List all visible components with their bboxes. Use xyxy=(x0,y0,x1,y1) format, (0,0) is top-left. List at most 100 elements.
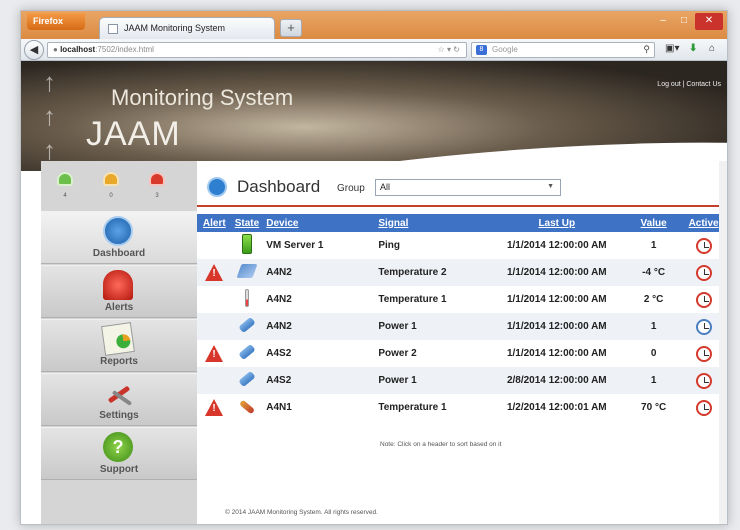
bookmarks-icon[interactable]: ▣▾ xyxy=(665,43,679,54)
last-up-cell: 1/1/2014 12:00:00 AM xyxy=(488,313,626,340)
help-icon: ? xyxy=(103,432,133,462)
table-header-row: Alert State Device Signal Last Up Value … xyxy=(197,214,725,232)
thermometer-icon xyxy=(244,289,249,307)
firefox-menu-button[interactable]: Firefox xyxy=(27,13,85,30)
main-content: Dashboard Group All ▼ Alert State Device… xyxy=(197,161,725,524)
col-header-state[interactable]: State xyxy=(231,214,263,232)
navigation-bar: ◀ ● localhost:7502/index.html ☆ ▾ ↻ 8 Go… xyxy=(21,39,727,61)
alarm-clock-red-icon[interactable] xyxy=(695,291,712,308)
divider xyxy=(197,205,725,207)
last-up-cell: 1/1/2014 12:00:00 AM xyxy=(506,240,607,251)
value-cell: 0 xyxy=(650,348,657,359)
device-cell: A4S2 xyxy=(262,367,375,394)
gauge-red-icon xyxy=(149,172,165,186)
sidebar-item-label: Support xyxy=(99,464,139,475)
warning-icon xyxy=(205,345,224,362)
contact-link[interactable]: Contact Us xyxy=(686,81,721,88)
table-row[interactable]: A4S2 Power 2 1/1/2014 12:00:00 AM 0 xyxy=(197,340,725,367)
header-brand: JAAM xyxy=(86,115,181,153)
sidebar-item-settings[interactable]: Settings xyxy=(41,373,197,426)
sidebar-item-dashboard[interactable]: Dashboard xyxy=(41,211,197,264)
value-cell: 70 °C xyxy=(641,402,667,413)
gauge-yellow-count: 0 xyxy=(109,193,113,199)
sidebar-item-label: Dashboard xyxy=(92,248,146,259)
minimize-icon[interactable]: – xyxy=(653,13,673,30)
globe-icon: ● xyxy=(53,45,58,54)
decorative-arrow-icon: ↑ xyxy=(43,101,56,131)
favicon-icon xyxy=(108,24,118,34)
logout-link[interactable]: Log out xyxy=(657,81,680,88)
decorative-arrow-icon: ↑ xyxy=(43,67,56,97)
sidebar-item-support[interactable]: ? Support xyxy=(41,427,197,480)
last-up-cell: 1/1/2014 12:00:00 AM xyxy=(506,294,607,305)
header-subtitle: Monitoring System xyxy=(111,85,294,110)
table-row[interactable]: VM Server 1 Ping 1/1/2014 12:00:00 AM 1 xyxy=(197,232,725,259)
chevron-down-icon: ▼ xyxy=(547,183,554,190)
sidebar-item-reports[interactable]: Reports xyxy=(41,319,197,372)
col-header-value[interactable]: Value xyxy=(625,214,683,232)
tab-title: JAAM Monitoring System xyxy=(124,23,226,33)
close-icon[interactable]: ✕ xyxy=(695,13,723,30)
sensor-icon xyxy=(236,264,258,278)
value-cell: 1 xyxy=(650,240,657,251)
sidebar-item-label: Alerts xyxy=(104,302,134,313)
col-header-last-up[interactable]: Last Up xyxy=(488,214,626,232)
table-row[interactable]: A4N2 Temperature 1 1/1/2014 12:00:00 AM … xyxy=(197,286,725,313)
sort-note: Note: Click on a header to sort based on… xyxy=(380,441,502,448)
signal-cell: Temperature 1 xyxy=(378,294,447,305)
maximize-icon[interactable]: □ xyxy=(674,13,694,30)
search-engine-icon: 8 xyxy=(476,45,487,55)
alarm-clock-red-icon[interactable] xyxy=(695,264,712,281)
gauge-icon xyxy=(103,216,133,246)
col-header-alert[interactable]: Alert xyxy=(197,214,232,232)
url-path: :7502/index.html xyxy=(95,45,154,54)
signal-cell: Temperature 1 xyxy=(378,402,447,413)
search-placeholder: Google xyxy=(492,45,518,54)
alarm-clock-red-icon[interactable] xyxy=(695,399,712,416)
value-cell: 2 °C xyxy=(643,294,664,305)
browser-tab[interactable]: JAAM Monitoring System xyxy=(99,17,275,39)
last-up-cell: 2/8/2014 12:00:00 AM xyxy=(488,367,626,394)
browser-window: Firefox JAAM Monitoring System + – □ ✕ ◀… xyxy=(20,10,728,525)
signal-cell: Power 1 xyxy=(374,313,489,340)
site-header: ↑ ↑ ↑ Monitoring System JAAM Log out | C… xyxy=(21,61,727,171)
gauge-green-count: 4 xyxy=(63,193,67,199)
reload-icon[interactable]: ☆ ▾ ↻ xyxy=(438,45,460,54)
home-icon[interactable]: ⌂ xyxy=(709,43,715,54)
group-select-value: All xyxy=(380,182,391,192)
table-row[interactable]: A4S2 Power 1 2/8/2014 12:00:00 AM 1 xyxy=(197,367,725,394)
last-up-cell: 1/2/2014 12:00:01 AM xyxy=(506,402,607,413)
url-host: localhost xyxy=(60,45,96,54)
wrench-icon xyxy=(103,378,133,408)
signals-table: Alert State Device Signal Last Up Value … xyxy=(197,214,725,421)
status-gauges: 4 0 3 xyxy=(41,166,197,204)
back-arrow-icon[interactable]: ◀ xyxy=(24,40,44,60)
alarm-clock-red-icon[interactable] xyxy=(695,237,712,254)
search-icon[interactable]: ⚲ xyxy=(643,44,650,55)
col-header-device[interactable]: Device xyxy=(262,214,375,232)
device-cell: A4N2 xyxy=(266,294,292,305)
url-bar[interactable]: ● localhost:7502/index.html ☆ ▾ ↻ xyxy=(47,42,467,58)
alarm-clock-blue-icon[interactable] xyxy=(695,318,712,335)
col-header-signal[interactable]: Signal xyxy=(374,214,489,232)
group-label: Group xyxy=(337,183,365,194)
new-tab-button[interactable]: + xyxy=(280,19,302,37)
group-select[interactable]: All ▼ xyxy=(375,179,561,196)
table-row[interactable]: A4N2 Temperature 2 1/1/2014 12:00:00 AM … xyxy=(197,259,725,286)
table-row[interactable]: A4N1 Temperature 1 1/2/2014 12:00:01 AM … xyxy=(197,394,725,421)
page-scrollbar[interactable] xyxy=(719,161,727,524)
warning-icon xyxy=(205,264,224,281)
siren-icon xyxy=(103,270,133,300)
dashboard-gauge-icon xyxy=(207,177,227,197)
alarm-clock-red-icon[interactable] xyxy=(695,372,712,389)
signal-cell: Power 2 xyxy=(378,348,417,359)
footer-copyright: © 2014 JAAM Monitoring System. All right… xyxy=(225,509,378,516)
report-icon xyxy=(101,322,135,356)
plug-icon xyxy=(238,370,256,388)
sidebar-item-alerts[interactable]: Alerts xyxy=(41,265,197,318)
table-row[interactable]: A4N2 Power 1 1/1/2014 12:00:00 AM 1 xyxy=(197,313,725,340)
search-bar[interactable]: 8 Google ⚲ xyxy=(471,42,655,58)
last-up-cell: 1/1/2014 12:00:00 AM xyxy=(488,259,626,286)
download-icon[interactable]: ⬇ xyxy=(689,43,697,54)
alarm-clock-red-icon[interactable] xyxy=(695,345,712,362)
